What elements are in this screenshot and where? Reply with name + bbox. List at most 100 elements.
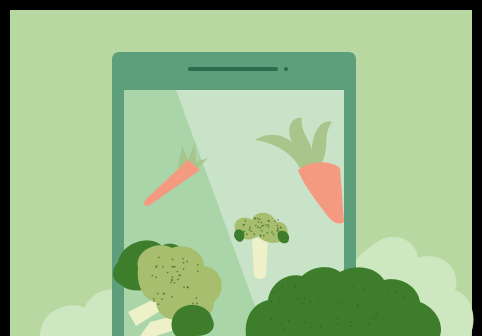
speckle xyxy=(265,224,267,227)
speckle xyxy=(253,233,256,236)
speckle xyxy=(257,221,260,223)
speckle xyxy=(372,317,374,320)
speckle xyxy=(162,265,165,268)
speckle xyxy=(303,297,306,300)
speckle xyxy=(186,260,189,263)
speckle xyxy=(173,282,176,284)
illustration-scene xyxy=(0,0,482,336)
speckle xyxy=(281,285,284,287)
speckle xyxy=(303,321,306,324)
illustration-svg xyxy=(0,0,482,336)
speckle xyxy=(262,234,265,237)
speckle xyxy=(170,281,172,284)
speckle xyxy=(335,301,337,303)
speckle xyxy=(309,327,311,329)
speckle xyxy=(281,287,284,289)
speckle xyxy=(309,300,312,303)
speckle xyxy=(243,230,246,233)
speckle xyxy=(176,270,179,273)
speckle xyxy=(276,227,279,230)
speckle xyxy=(196,270,199,273)
speckle xyxy=(171,276,174,278)
speckle xyxy=(261,225,263,227)
speckle xyxy=(282,328,285,331)
speckle xyxy=(336,317,339,320)
speckle xyxy=(244,220,247,222)
speckle xyxy=(171,278,173,281)
speckle xyxy=(259,227,262,229)
speckle xyxy=(192,302,194,305)
speckle xyxy=(171,258,174,261)
speckle xyxy=(172,265,175,268)
speckle xyxy=(254,224,257,227)
speckle xyxy=(278,300,281,302)
speckle xyxy=(270,300,272,303)
phone-camera xyxy=(284,67,288,71)
speckle xyxy=(301,301,304,304)
speckle xyxy=(151,274,154,277)
speckle xyxy=(311,306,313,308)
speckle xyxy=(248,228,251,231)
speckle xyxy=(273,311,276,313)
speckle xyxy=(245,233,248,236)
speckle xyxy=(271,231,273,234)
speckle xyxy=(287,319,290,322)
speckle xyxy=(277,219,279,221)
speckle xyxy=(196,263,199,266)
speckle xyxy=(276,224,279,227)
phone-speaker xyxy=(188,67,278,71)
speckle xyxy=(259,234,262,237)
speckle xyxy=(395,290,398,293)
speckle xyxy=(352,285,355,287)
speckle xyxy=(182,262,185,264)
speckle xyxy=(272,233,275,236)
speckle xyxy=(403,296,406,298)
speckle xyxy=(267,224,269,226)
speckle xyxy=(177,278,179,281)
speckle xyxy=(376,312,379,315)
speckle xyxy=(329,289,332,291)
speckle xyxy=(350,324,352,327)
speckle xyxy=(280,323,283,326)
speckle xyxy=(357,305,359,307)
speckle xyxy=(196,302,198,305)
speckle xyxy=(368,323,370,325)
speckle xyxy=(267,226,270,228)
speckle xyxy=(319,326,322,328)
speckle xyxy=(161,298,163,301)
speckle xyxy=(182,257,184,260)
speckle xyxy=(254,217,257,220)
speckle xyxy=(257,226,259,229)
speckle xyxy=(337,323,340,326)
speckle xyxy=(343,286,345,289)
speckle xyxy=(362,288,365,290)
speckle xyxy=(293,284,296,286)
speckle xyxy=(179,274,182,276)
speckle xyxy=(249,226,251,229)
speckle xyxy=(186,286,189,288)
speckle xyxy=(157,256,160,259)
speckle xyxy=(182,268,185,270)
speckle xyxy=(272,291,275,293)
speckle xyxy=(270,318,273,320)
speckle xyxy=(242,224,245,226)
speckle xyxy=(279,226,282,229)
speckle xyxy=(340,302,343,305)
speckle xyxy=(274,220,277,223)
speckle xyxy=(157,303,160,306)
speckle xyxy=(155,265,158,268)
speckle xyxy=(276,230,279,232)
speckle xyxy=(387,290,390,292)
speckle xyxy=(166,271,169,274)
speckle xyxy=(260,221,263,224)
speckle xyxy=(261,229,263,232)
speckle xyxy=(268,220,270,222)
speckle xyxy=(349,321,352,324)
speckle xyxy=(153,300,155,303)
speckle xyxy=(171,296,173,298)
speckle xyxy=(256,217,259,220)
speckle xyxy=(153,298,155,300)
speckle xyxy=(375,315,377,318)
speckle xyxy=(183,286,185,289)
speckle xyxy=(250,230,253,233)
